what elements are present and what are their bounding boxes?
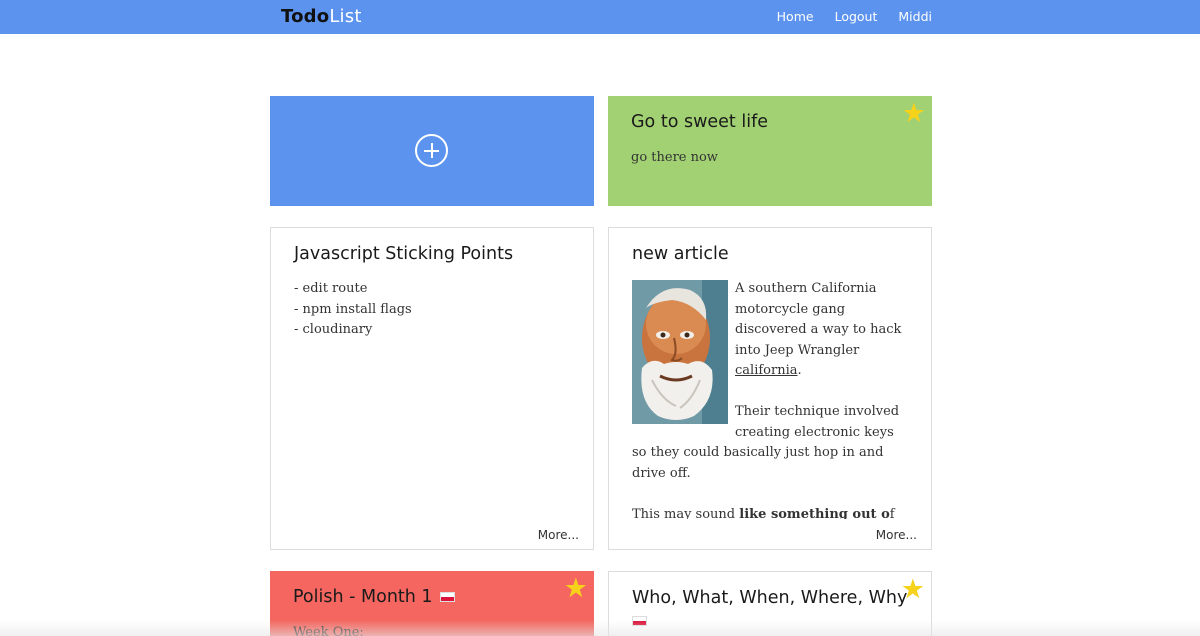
nav-links: Home Logout Middi xyxy=(777,9,932,24)
article-paragraph: This may sound like something out of Bre… xyxy=(632,505,912,520)
article-link[interactable]: california xyxy=(735,363,797,378)
card-body: Week One: xyxy=(293,625,364,636)
nav-user-link[interactable]: Middi xyxy=(898,9,932,24)
todo-card-javascript[interactable]: Javascript Sticking Points - edit route … xyxy=(270,227,594,550)
bottom-shadow xyxy=(0,620,1200,636)
more-link[interactable]: More... xyxy=(876,528,917,542)
card-body: - edit route - npm install flags - cloud… xyxy=(294,279,412,341)
nav-home-link[interactable]: Home xyxy=(777,9,814,24)
card-title-text: Polish - Month 1 xyxy=(293,587,433,607)
star-icon[interactable]: ★ xyxy=(564,575,588,602)
card-title: Polish - Month 1 xyxy=(293,587,456,607)
card-body: go there now xyxy=(631,150,718,165)
todo-card-who-what[interactable]: ★ Who, What, When, Where, Why xyxy=(608,571,932,636)
poland-flag-icon xyxy=(632,615,647,626)
card-title: Go to sweet life xyxy=(631,112,769,132)
list-item: - edit route xyxy=(294,281,368,296)
card-body: A southern California motorcycle gang di… xyxy=(632,279,912,519)
card-title: Javascript Sticking Points xyxy=(294,244,514,264)
plus-circle-icon[interactable] xyxy=(415,134,448,167)
add-todo-card[interactable] xyxy=(270,96,594,206)
article-text: . xyxy=(797,363,802,378)
star-icon[interactable]: ★ xyxy=(902,100,926,127)
article-text: This may sound xyxy=(632,506,740,520)
article-bold-text: like something out o xyxy=(739,506,890,520)
portrait-image xyxy=(632,280,728,424)
poland-flag-icon-wrap xyxy=(632,610,647,629)
list-item: - cloudinary xyxy=(294,322,373,337)
card-title: new article xyxy=(632,244,729,264)
brand-logo[interactable]: TodoList xyxy=(281,6,362,27)
article-text: A southern California motorcycle gang di… xyxy=(735,281,902,358)
todo-card-polish[interactable]: ★ Polish - Month 1 Week One: xyxy=(270,571,594,636)
navbar: TodoList Home Logout Middi xyxy=(0,0,1200,34)
todo-card-article[interactable]: new article A southern California motorc… xyxy=(608,227,932,550)
todo-card-sweet-life[interactable]: ★ Go to sweet life go there now xyxy=(608,96,932,206)
card-title: Who, What, When, Where, Why xyxy=(632,588,908,608)
more-link[interactable]: More... xyxy=(538,528,579,542)
list-item: - npm install flags xyxy=(294,301,412,317)
brand-light-text: List xyxy=(329,6,362,27)
brand-bold-text: Todo xyxy=(281,6,330,27)
poland-flag-icon xyxy=(440,592,456,602)
nav-logout-link[interactable]: Logout xyxy=(835,9,878,24)
